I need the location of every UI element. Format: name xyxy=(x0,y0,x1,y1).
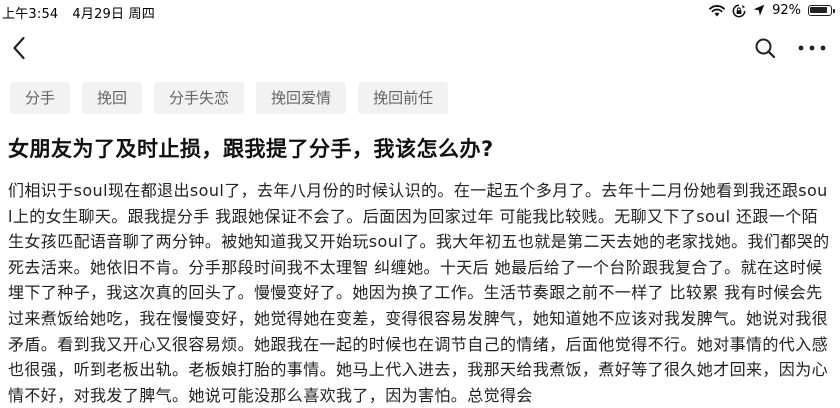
battery-percent: 92% xyxy=(772,3,801,18)
wifi-icon xyxy=(709,5,725,17)
nav-bar xyxy=(0,28,840,68)
more-icon xyxy=(798,45,826,51)
status-bar: 上午3:54 4月29日 周四 92% xyxy=(0,0,840,24)
tag-item[interactable]: 分手失恋 xyxy=(154,82,245,114)
tag-item[interactable]: 挽回 xyxy=(82,82,143,114)
screen-lock-icon xyxy=(732,4,746,17)
tag-item[interactable]: 挽回前任 xyxy=(358,82,449,114)
article-body: 们相识于soul现在都退出soul了，去年八月份的时候认识的。在一起五个多月了。… xyxy=(8,181,830,405)
battery-fill xyxy=(810,7,827,13)
search-button[interactable] xyxy=(752,34,778,62)
tag-item[interactable]: 挽回爱情 xyxy=(256,82,347,114)
status-right: 92% xyxy=(709,3,835,18)
status-date: 4月29日 周四 xyxy=(72,7,155,22)
location-icon xyxy=(753,4,765,16)
search-icon xyxy=(755,38,776,59)
back-button[interactable] xyxy=(6,34,32,62)
status-time: 上午3:54 xyxy=(2,7,59,22)
back-chevron-icon xyxy=(13,36,25,60)
tag-list: 分手 挽回 分手失恋 挽回爱情 挽回前任 xyxy=(10,82,449,114)
article-title: 女朋友为了及时止损，跟我提了分手，我该怎么办? xyxy=(8,137,494,161)
more-button[interactable] xyxy=(795,34,829,62)
battery-icon xyxy=(808,5,835,16)
tag-item[interactable]: 分手 xyxy=(10,82,71,114)
status-left: 上午3:54 4月29日 周四 xyxy=(2,3,169,22)
